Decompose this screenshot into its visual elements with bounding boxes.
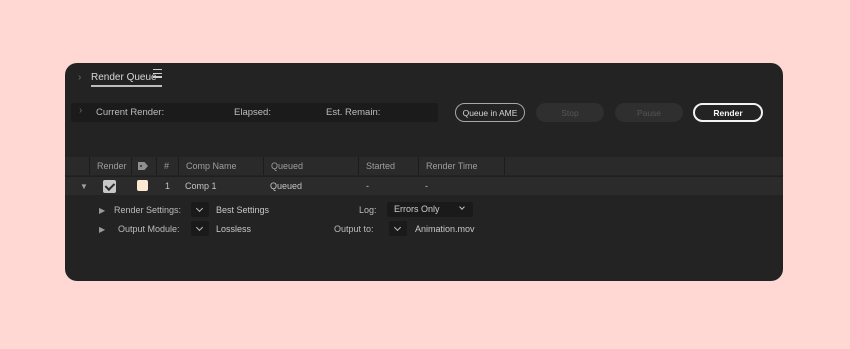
- render-queue-panel: › Render Queue › Current Render: Elapsed…: [65, 63, 783, 281]
- render-settings-expand-icon[interactable]: ▶: [99, 206, 105, 215]
- render-status-bar: › Current Render: Elapsed: Est. Remain:: [71, 103, 438, 122]
- stop-button[interactable]: Stop: [536, 103, 604, 122]
- log-label: Log:: [359, 205, 377, 215]
- row-status: Queued: [270, 181, 303, 191]
- row-comp-name[interactable]: Comp 1: [185, 177, 217, 196]
- output-to-value[interactable]: Animation.mov: [415, 224, 475, 234]
- log-select-value: Errors Only: [394, 204, 440, 214]
- row-render-time: -: [425, 181, 428, 191]
- queue-in-ame-button[interactable]: Queue in AME: [455, 103, 525, 122]
- render-settings-dropdown[interactable]: [191, 202, 209, 217]
- header-comp-name[interactable]: Comp Name: [179, 157, 264, 175]
- header-render-time[interactable]: Render Time: [419, 157, 505, 175]
- active-tab-indicator: [91, 85, 162, 87]
- header-started[interactable]: Started: [359, 157, 419, 175]
- output-module-dropdown[interactable]: [191, 221, 209, 236]
- status-expand-icon[interactable]: ›: [79, 105, 82, 116]
- output-module-expand-icon[interactable]: ▶: [99, 225, 105, 234]
- header-spacer: [65, 157, 90, 175]
- header-label[interactable]: [132, 157, 157, 175]
- header-number[interactable]: #: [157, 157, 179, 175]
- output-module-value[interactable]: Lossless: [216, 224, 251, 234]
- panel-collapse-icon[interactable]: ›: [78, 72, 81, 83]
- log-select[interactable]: Errors Only: [387, 202, 473, 217]
- row-number: 1: [165, 181, 171, 191]
- current-render-label: Current Render:: [96, 107, 165, 118]
- tag-icon: [138, 162, 148, 170]
- table-row[interactable]: ▼ 1 Comp 1 Queued - -: [65, 176, 783, 195]
- header-status[interactable]: Queued: [264, 157, 359, 175]
- queue-table-header: Render # Comp Name Queued Started Render…: [65, 157, 783, 175]
- panel-menu-icon[interactable]: [153, 69, 162, 79]
- panel-tab-title[interactable]: Render Queue: [91, 72, 157, 83]
- render-settings-label: Render Settings:: [114, 205, 182, 215]
- output-to-label: Output to:: [334, 224, 374, 234]
- render-button[interactable]: Render: [693, 103, 763, 122]
- row-started: -: [366, 181, 369, 191]
- est-remain-label: Est. Remain:: [326, 107, 381, 118]
- render-checkbox[interactable]: [103, 180, 116, 193]
- pause-button[interactable]: Pause: [615, 103, 683, 122]
- render-settings-value[interactable]: Best Settings: [216, 205, 269, 215]
- elapsed-label: Elapsed:: [234, 107, 271, 118]
- header-render[interactable]: Render: [90, 157, 132, 175]
- output-to-dropdown[interactable]: [389, 221, 407, 236]
- chevron-down-icon: [459, 204, 465, 210]
- output-module-label: Output Module:: [118, 224, 180, 234]
- label-color-swatch[interactable]: [137, 180, 148, 191]
- row-expand-icon[interactable]: ▼: [80, 177, 88, 196]
